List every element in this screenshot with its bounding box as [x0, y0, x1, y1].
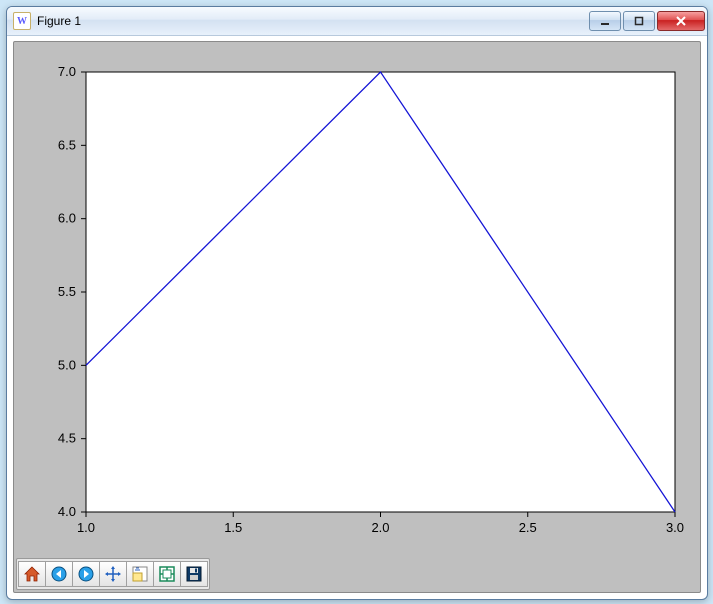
y-tick-label: 5.5 [58, 284, 76, 299]
arrow-right-icon [77, 565, 95, 583]
app-icon: W [13, 12, 31, 30]
move-icon [104, 565, 122, 583]
pan-button[interactable] [100, 561, 127, 587]
forward-button[interactable] [73, 561, 100, 587]
y-tick-label: 6.0 [58, 211, 76, 226]
close-button[interactable] [657, 11, 705, 31]
minimize-button[interactable] [589, 11, 621, 31]
zoom-rect-icon [131, 565, 149, 583]
minimize-icon [600, 16, 610, 26]
figure-window: W Figure 1 1.0 1.5 2.0 2.5 3.0 4.0 4.5 5.0 5.5 6.… [6, 6, 708, 600]
x-tick-label: 2.0 [371, 520, 389, 535]
subplots-icon [158, 565, 176, 583]
maximize-icon [634, 16, 644, 26]
window-title: Figure 1 [37, 14, 587, 28]
x-tick-label: 2.5 [519, 520, 537, 535]
save-button[interactable] [181, 561, 208, 587]
arrow-left-icon [50, 565, 68, 583]
y-tick-label: 5.0 [58, 357, 76, 372]
save-icon [185, 565, 203, 583]
home-icon [23, 565, 41, 583]
y-tick-label: 7.0 [58, 64, 76, 79]
x-tick-label: 1.0 [77, 520, 95, 535]
figure-client-area: 1.0 1.5 2.0 2.5 3.0 4.0 4.5 5.0 5.5 6.0 6.5 7.0 [13, 41, 701, 593]
back-button[interactable] [46, 561, 73, 587]
subplots-button[interactable] [154, 561, 181, 587]
y-tick-label: 6.5 [58, 137, 76, 152]
y-tick-label: 4.5 [58, 431, 76, 446]
home-button[interactable] [18, 561, 46, 587]
maximize-button[interactable] [623, 11, 655, 31]
axes-frame [86, 72, 675, 512]
window-controls [587, 11, 705, 31]
zoom-button[interactable] [127, 561, 154, 587]
y-tick-label: 4.0 [58, 504, 76, 519]
chart-canvas: 1.0 1.5 2.0 2.5 3.0 4.0 4.5 5.0 5.5 6.0 6.5 7.0 [14, 42, 700, 558]
x-tick-label: 1.5 [224, 520, 242, 535]
close-icon [675, 16, 687, 26]
plot-area: 1.0 1.5 2.0 2.5 3.0 4.0 4.5 5.0 5.5 6.0 6.5 7.0 [14, 42, 700, 558]
x-tick-label: 3.0 [666, 520, 684, 535]
navigation-toolbar [16, 558, 210, 590]
titlebar: W Figure 1 [7, 7, 707, 36]
